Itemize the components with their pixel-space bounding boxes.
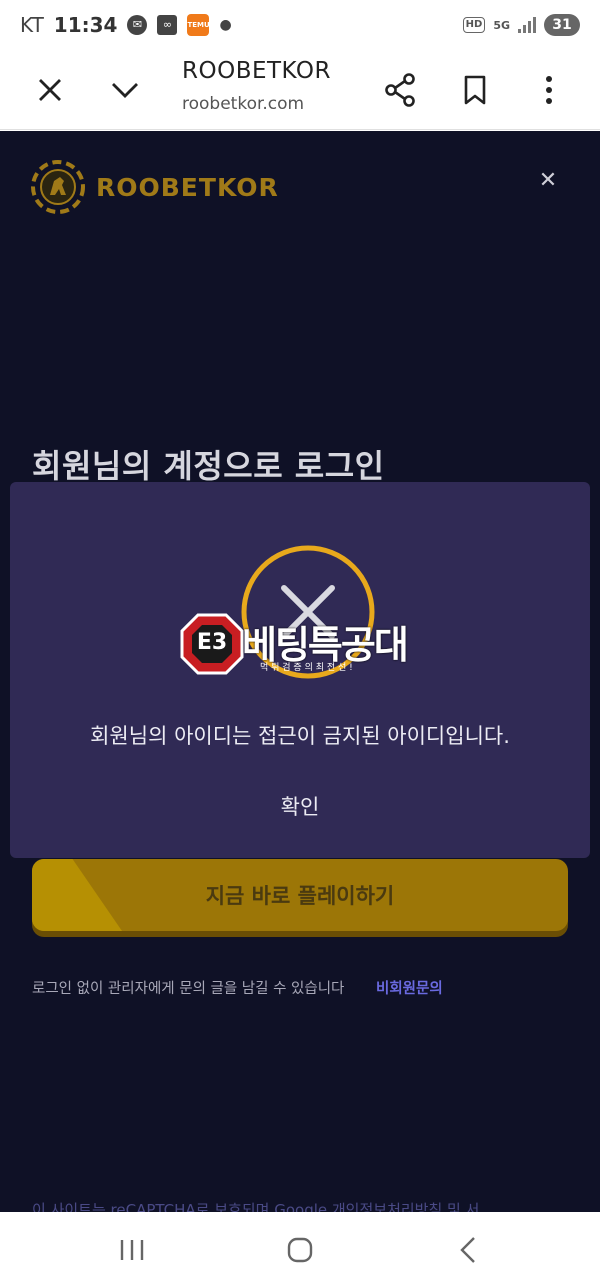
site-logo[interactable]: ROOBETKOR [30, 159, 279, 215]
carrier-label: KT [20, 13, 44, 37]
hd-voice-icon: HD [462, 17, 486, 33]
status-bar: KT 11:34 ✉ ∞ TEMU ● HD 5G 31 [0, 0, 600, 54]
close-icon[interactable]: ✕ [536, 169, 560, 193]
status-left: KT 11:34 ✉ ∞ TEMU ● [20, 13, 232, 37]
share-icon[interactable] [376, 66, 424, 114]
recent-apps-icon[interactable] [102, 1230, 162, 1270]
play-now-label: 지금 바로 플레이하기 [205, 884, 395, 908]
bookmark-icon[interactable] [451, 66, 499, 114]
back-icon[interactable] [438, 1230, 498, 1270]
page-title: ROOBETKOR [182, 58, 331, 84]
chevron-down-icon[interactable] [101, 66, 149, 114]
confirm-button[interactable]: 확인 [250, 788, 350, 824]
status-right: HD 5G 31 [462, 14, 580, 36]
guest-inquiry-link[interactable]: 비회원문의 [376, 977, 443, 998]
alert-message: 회원님의 아이디는 접근이 금지된 아이디입니다. [90, 724, 510, 748]
inquiry-text: 로그인 없이 관리자에게 문의 글을 남길 수 있습니다 [32, 981, 345, 997]
temu-icon: TEMU [187, 14, 210, 36]
more-notifications-dot: ● [219, 17, 232, 33]
network-type-icon: 5G [493, 18, 510, 32]
url-text[interactable]: roobetkor.com [182, 94, 304, 114]
battery-icon: 31 [544, 14, 580, 36]
more-options-icon[interactable] [525, 66, 573, 114]
recaptcha-notice: 이 사이트는 reCAPTCHA로 보호되며 Google 개인정보처리방침 및… [32, 1201, 480, 1212]
system-nav-bar [0, 1212, 600, 1287]
voicemail-icon: ∞ [157, 15, 178, 35]
login-heading: 회원님의 계정으로 로그인 [32, 447, 385, 485]
logo-text: ROOBETKOR [96, 172, 279, 202]
browser-toolbar: ROOBETKOR roobetkor.com [0, 54, 600, 130]
home-icon[interactable] [270, 1230, 330, 1270]
alert-dialog: E3 베팅특공대 먹 튀 검 증 의 최 전 선 ! 회원님의 아이디는 접근이… [10, 482, 590, 858]
play-now-button[interactable]: 지금 바로 플레이하기 [32, 859, 568, 931]
clock: 11:34 [53, 13, 118, 37]
watermark-subtitle: 먹 튀 검 증 의 최 전 선 ! [260, 663, 353, 673]
button-stripe [32, 859, 122, 931]
signal-icon [518, 17, 536, 33]
watermark: E3 베팅특공대 먹 튀 검 증 의 최 전 선 ! [180, 610, 440, 678]
kangaroo-logo-icon [31, 160, 85, 214]
close-tab-icon[interactable] [26, 66, 74, 114]
messenger-icon: ✉ [127, 15, 148, 35]
watermark-badge-text: E3 [196, 630, 228, 655]
